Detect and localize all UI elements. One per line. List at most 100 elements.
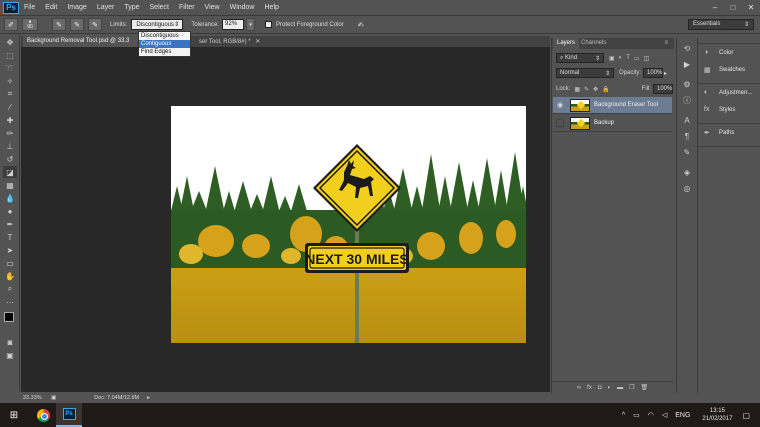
crop-tool-icon[interactable]: ⌗ xyxy=(3,88,17,100)
quick-mask-icon[interactable]: ◙ xyxy=(3,336,17,348)
tab-channels[interactable]: Channels xyxy=(577,38,610,49)
spot-healing-tool-icon[interactable]: ✚ xyxy=(3,114,17,126)
limits-select[interactable]: Discontiguous ⇕ xyxy=(131,19,184,30)
panel-adjustments[interactable]: ◐ Adjustmen... xyxy=(698,84,760,101)
filter-pixel-icon[interactable]: ▣ xyxy=(609,55,615,62)
wifi-icon[interactable]: ◠ xyxy=(648,411,654,419)
zoom-tool-icon[interactable]: ⌕ xyxy=(3,283,17,295)
close-tab-icon[interactable]: ✕ xyxy=(255,39,260,45)
menu-image[interactable]: Image xyxy=(62,4,91,11)
blend-mode-select[interactable]: Normal ⇕ xyxy=(556,68,614,78)
zoom-level[interactable]: 33.33% xyxy=(23,395,49,401)
delete-layer-icon[interactable]: 🗑 xyxy=(640,384,648,391)
path-selection-tool-icon[interactable]: ➤ xyxy=(3,244,17,256)
background-eraser-tool-icon[interactable]: ◪ xyxy=(3,166,17,178)
more-tools-icon[interactable]: ⋯ xyxy=(3,296,17,308)
lock-position-icon[interactable]: ✥ xyxy=(593,86,598,93)
status-info-icon[interactable]: ▣ xyxy=(51,395,56,401)
document-tab-secondary[interactable]: ser Tool, RGB/8#) * ✕ xyxy=(195,36,283,47)
limits-option-discontiguous[interactable]: Discontiguous xyxy=(139,32,190,40)
actions-panel-icon[interactable]: ▶ xyxy=(680,58,694,70)
tolerance-input[interactable]: 92% xyxy=(222,19,245,30)
menu-view[interactable]: View xyxy=(200,4,225,11)
maximize-button[interactable]: □ xyxy=(724,3,742,12)
brush-tool-icon[interactable]: ✏ xyxy=(3,127,17,139)
workspace-select[interactable]: Essentials ⇕ xyxy=(688,19,754,30)
photoshop-taskbar-button[interactable]: Ps xyxy=(56,403,82,427)
history-panel-icon[interactable]: ⟲ xyxy=(680,42,694,54)
clock[interactable]: 13:15 21/02/2017 xyxy=(702,407,732,423)
protect-foreground-checkbox[interactable] xyxy=(265,21,273,28)
opacity-slider-arrow-icon[interactable]: ▸ xyxy=(664,70,667,77)
fill-input[interactable]: 100% xyxy=(653,84,673,94)
menu-window[interactable]: Window xyxy=(225,4,260,11)
visibility-eye-hidden-icon[interactable] xyxy=(556,119,564,127)
limits-option-contiguous[interactable]: Contiguous xyxy=(139,40,190,48)
minimize-button[interactable]: – xyxy=(706,3,724,12)
brush-size-picker[interactable]: ● 90 xyxy=(22,18,38,31)
menu-layer[interactable]: Layer xyxy=(92,4,120,11)
lock-all-icon[interactable]: 🔒 xyxy=(602,86,609,93)
panel-color[interactable]: ◑ Color xyxy=(698,44,760,61)
new-group-icon[interactable]: ▬ xyxy=(617,385,623,391)
chrome-taskbar-button[interactable] xyxy=(30,403,56,427)
layer-row-backup[interactable]: Backup xyxy=(553,115,672,132)
add-mask-icon[interactable]: ◘ xyxy=(598,385,602,391)
move-tool-icon[interactable]: ✥ xyxy=(3,36,17,48)
foreground-color-swatch[interactable] xyxy=(4,312,14,322)
marquee-tool-icon[interactable]: ⬚ xyxy=(3,49,17,61)
menu-select[interactable]: Select xyxy=(145,4,174,11)
tray-up-arrow-icon[interactable]: ^ xyxy=(622,412,625,419)
gradient-tool-icon[interactable]: ▦ xyxy=(3,179,17,191)
brush-presets-icon[interactable]: ✎ xyxy=(680,146,694,158)
sampling-background-icon[interactable]: ✎ xyxy=(88,18,102,31)
visibility-eye-icon[interactable]: ◉ xyxy=(555,101,565,109)
menu-type[interactable]: Type xyxy=(119,4,144,11)
rectangle-tool-icon[interactable]: ▭ xyxy=(3,257,17,269)
menu-edit[interactable]: Edit xyxy=(40,4,62,11)
panel-menu-icon[interactable]: ≡ xyxy=(660,38,672,49)
panel-paths[interactable]: ✒ Paths xyxy=(698,124,760,141)
menu-filter[interactable]: Filter xyxy=(174,4,200,11)
properties-panel-icon[interactable]: ⚙ xyxy=(680,78,694,90)
menu-help[interactable]: Help xyxy=(260,4,284,11)
tool-preset-picker[interactable]: ✐ xyxy=(4,18,18,31)
notifications-icon[interactable]: ▢ xyxy=(742,411,750,420)
tolerance-dropdown-icon[interactable]: ▾ xyxy=(246,18,256,31)
type-tool-icon[interactable]: T xyxy=(3,231,17,243)
network-icon[interactable]: ▭ xyxy=(633,411,640,419)
filter-smart-icon[interactable]: ◫ xyxy=(644,55,650,62)
dodge-tool-icon[interactable]: ● xyxy=(3,205,17,217)
panel-swatches[interactable]: ▦ Swatches xyxy=(698,61,760,78)
language-indicator[interactable]: ENG xyxy=(675,412,690,419)
lock-transparent-icon[interactable]: ▦ xyxy=(574,86,580,93)
windows-start-button[interactable]: ⊞ xyxy=(0,410,28,421)
menu-file[interactable]: File xyxy=(19,4,40,11)
lasso-tool-icon[interactable]: ➰ xyxy=(3,62,17,74)
pressure-size-icon[interactable]: ✍ xyxy=(354,18,368,31)
panel-styles[interactable]: fx Styles xyxy=(698,101,760,118)
color-swatches[interactable] xyxy=(2,312,19,332)
adjustments-circle-icon[interactable]: ◎ xyxy=(680,182,694,194)
history-brush-tool-icon[interactable]: ↺ xyxy=(3,153,17,165)
filter-adjustment-icon[interactable]: ◐ xyxy=(619,55,623,61)
character-panel-icon[interactable]: A xyxy=(680,114,694,126)
eyedropper-tool-icon[interactable]: ⁄ xyxy=(3,101,17,113)
info-panel-icon[interactable]: ⓘ xyxy=(680,94,694,106)
opacity-input[interactable]: 100% xyxy=(643,68,664,78)
quick-selection-tool-icon[interactable]: ✧ xyxy=(3,75,17,87)
filter-type-icon[interactable]: T xyxy=(626,55,630,61)
sampling-once-icon[interactable]: ✎ xyxy=(70,18,84,31)
adjustment-layer-icon[interactable]: ◐ xyxy=(607,385,611,391)
tab-layers[interactable]: Layers xyxy=(553,38,580,49)
hand-tool-icon[interactable]: ✋ xyxy=(3,270,17,282)
filter-shape-icon[interactable]: ▭ xyxy=(634,55,640,62)
link-layers-icon[interactable]: ∞ xyxy=(577,385,581,391)
sampling-continuous-icon[interactable]: ✎ xyxy=(52,18,66,31)
layer-kind-filter[interactable]: ⌕ Kind ⇕ xyxy=(556,53,604,63)
layer-row-background-eraser[interactable]: ◉ Background Eraser Tool xyxy=(553,97,672,114)
blur-tool-icon[interactable]: 💧 xyxy=(3,192,17,204)
pen-tool-icon[interactable]: ✒ xyxy=(3,218,17,230)
volume-icon[interactable]: ◁ xyxy=(662,411,667,419)
paragraph-panel-icon[interactable]: ¶ xyxy=(680,130,694,142)
